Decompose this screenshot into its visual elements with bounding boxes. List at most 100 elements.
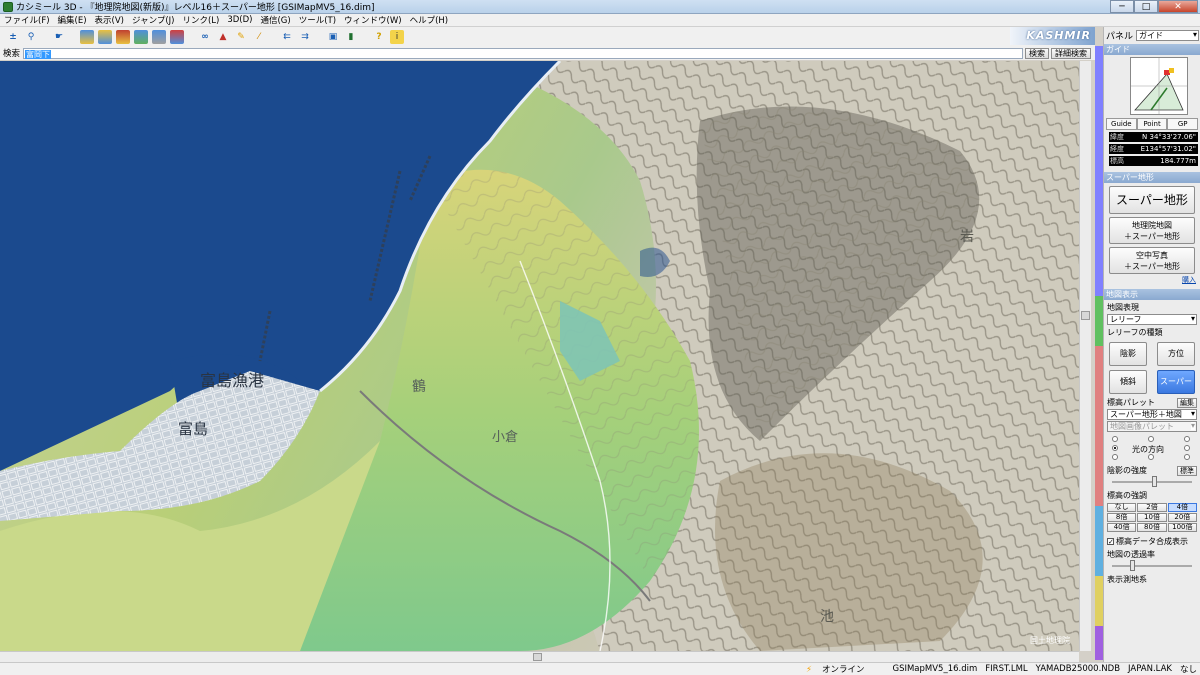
map-label-place1: 小倉: [492, 430, 518, 445]
relief-kind-label: レリーフの種類: [1107, 328, 1163, 337]
tab-point[interactable]: Point: [1136, 118, 1168, 130]
emph-10x-button[interactable]: 10倍: [1137, 513, 1167, 522]
tab-gp[interactable]: GP: [1167, 118, 1199, 130]
menu-3d[interactable]: 3D(D): [223, 15, 256, 25]
camera-icon[interactable]: ▣: [326, 30, 340, 44]
layer-icon[interactable]: [152, 29, 166, 44]
minimize-button[interactable]: ─: [1110, 0, 1134, 13]
slope-button[interactable]: 傾斜: [1109, 370, 1147, 394]
vertical-scroll-thumb[interactable]: [1081, 311, 1090, 320]
search-button[interactable]: 検索: [1025, 47, 1050, 59]
info-icon[interactable]: i: [390, 29, 404, 44]
horizontal-scrollbar[interactable]: [0, 651, 1079, 662]
layer-icon[interactable]: [80, 29, 94, 44]
shade-standard-button[interactable]: 標準: [1177, 465, 1197, 476]
light-radio-se[interactable]: [1184, 454, 1190, 460]
close-button[interactable]: ✕: [1158, 0, 1198, 13]
purchase-link[interactable]: 購入: [1104, 275, 1200, 285]
composite-checkbox-row[interactable]: ✓ 標高データ合成表示: [1104, 536, 1200, 547]
forward-icon[interactable]: ⇉: [298, 30, 312, 44]
direction-button[interactable]: 方位: [1157, 342, 1195, 366]
detail-search-button[interactable]: 詳細検索: [1051, 47, 1092, 59]
composite-checkbox[interactable]: ✓: [1107, 538, 1114, 546]
longitude-row: 経度 E134°57'31.02": [1109, 144, 1198, 154]
mountain-icon[interactable]: ▲: [216, 30, 230, 44]
shade-strength-row: 陰影の強度 標準: [1104, 465, 1200, 476]
status-ndb-file: YAMADB25000.NDB: [1035, 664, 1121, 674]
palette-label: 標高パレット: [1107, 398, 1155, 407]
latitude-value: N 34°33'27.06": [1142, 133, 1196, 141]
super-relief-button[interactable]: スーパー: [1157, 370, 1195, 394]
menu-comm[interactable]: 通信(G): [256, 14, 294, 26]
layer-icon[interactable]: [98, 29, 112, 44]
menu-link[interactable]: リンク(L): [178, 14, 223, 26]
panel-select[interactable]: ガイド: [1136, 29, 1200, 41]
vertical-scrollbar[interactable]: [1079, 61, 1091, 651]
horizontal-scroll-thumb[interactable]: [533, 653, 542, 661]
back-icon[interactable]: ⇇: [280, 30, 294, 44]
title-bar: カシミール 3D - 『地理院地図(新版)』レベル16＋スーパー地形 [GSIM…: [0, 0, 1200, 14]
light-direction-radios: 光の方向: [1104, 434, 1200, 462]
gsi-super-button[interactable]: 地理院地図 ＋スーパー地形: [1109, 217, 1195, 244]
menu-edit[interactable]: 編集(E): [54, 14, 91, 26]
bolt-icon: ⚡: [806, 665, 812, 675]
add-point-icon[interactable]: ±: [6, 30, 20, 44]
pen-icon[interactable]: ✎: [234, 30, 248, 44]
layer-icon[interactable]: [116, 29, 130, 44]
maximize-button[interactable]: □: [1134, 0, 1158, 13]
light-radio-w[interactable]: [1112, 445, 1118, 451]
map-label-place2: 鶴: [412, 378, 426, 395]
status-bar: ⚡ オンライン GSIMapMV5_16.dim FIRST.LML YAMADB…: [0, 662, 1200, 675]
hand-icon[interactable]: ☛: [52, 30, 66, 44]
menu-help[interactable]: ヘルプ(H): [406, 14, 453, 26]
emph-100x-button[interactable]: 100倍: [1167, 523, 1197, 532]
light-radio-ne[interactable]: [1184, 436, 1190, 442]
emph-80x-button[interactable]: 80倍: [1137, 523, 1167, 532]
layer-icon[interactable]: [170, 29, 184, 44]
menu-jump[interactable]: ジャンプ(J): [128, 14, 178, 26]
emph-4x-button[interactable]: 4倍: [1167, 503, 1197, 512]
map-label-place3: 岩: [960, 229, 974, 245]
photo-super-button[interactable]: 空中写真 ＋スーパー地形: [1109, 247, 1195, 274]
opacity-slider[interactable]: [1112, 560, 1192, 572]
palette-select[interactable]: スーパー地形＋地図: [1107, 409, 1197, 420]
shade-strength-slider[interactable]: [1112, 476, 1192, 488]
emph-2x-button[interactable]: 2倍: [1137, 503, 1167, 512]
gsi-super-line2: ＋スーパー地形: [1124, 231, 1180, 241]
emph-8x-button[interactable]: 8倍: [1107, 513, 1137, 522]
help-icon[interactable]: ?: [372, 30, 386, 44]
menu-bar: ファイル(F) 編集(E) 表示(V) ジャンプ(J) リンク(L) 3D(D)…: [0, 14, 1200, 27]
emph-none-button[interactable]: なし: [1107, 503, 1137, 512]
tab-guide[interactable]: Guide: [1106, 118, 1137, 130]
emph-40x-button[interactable]: 40倍: [1107, 523, 1137, 532]
gps-icon[interactable]: ▮: [344, 30, 358, 44]
panel-header: パネル ガイド: [1104, 27, 1200, 43]
menu-tools[interactable]: ツール(T): [295, 14, 340, 26]
shade-button[interactable]: 陰影: [1109, 342, 1147, 366]
menu-window[interactable]: ウィンドウ(W): [340, 14, 406, 26]
guide-minimap[interactable]: [1130, 57, 1188, 115]
relief-buttons-row1: 陰影 方位: [1104, 342, 1200, 366]
menu-file[interactable]: ファイル(F): [0, 14, 54, 26]
search-value: 富岡下: [25, 49, 52, 59]
map-expr-select[interactable]: レリーフ: [1107, 314, 1197, 325]
shade-strength-label: 陰影の強度: [1107, 466, 1147, 475]
light-radio-e[interactable]: [1184, 445, 1190, 451]
ruler-icon[interactable]: ⁄: [252, 30, 266, 44]
search-input[interactable]: 富岡下: [23, 47, 1024, 59]
light-radio-sw[interactable]: [1112, 454, 1118, 460]
window-title: カシミール 3D - 『地理院地図(新版)』レベル16＋スーパー地形 [GSIM…: [16, 3, 375, 13]
palette-edit-button[interactable]: 編集: [1177, 397, 1197, 408]
search-icon[interactable]: ⚲: [24, 30, 38, 44]
super-terrain-button[interactable]: スーパー地形: [1109, 186, 1195, 214]
menu-view[interactable]: 表示(V): [91, 14, 128, 26]
layer-icon[interactable]: [134, 29, 148, 44]
display-header: 地図表示: [1104, 289, 1200, 300]
map-view[interactable]: 富島漁港 富島 小倉 鶴 岩 池 国土地理院: [0, 61, 1079, 651]
altitude-row: 標高 184.777m: [1109, 156, 1198, 166]
binoculars-icon[interactable]: ∞: [198, 30, 212, 44]
online-status: ⚡ オンライン: [798, 663, 864, 675]
light-radio-n[interactable]: [1148, 436, 1154, 442]
light-radio-nw[interactable]: [1112, 436, 1118, 442]
emph-20x-button[interactable]: 20倍: [1167, 513, 1197, 522]
